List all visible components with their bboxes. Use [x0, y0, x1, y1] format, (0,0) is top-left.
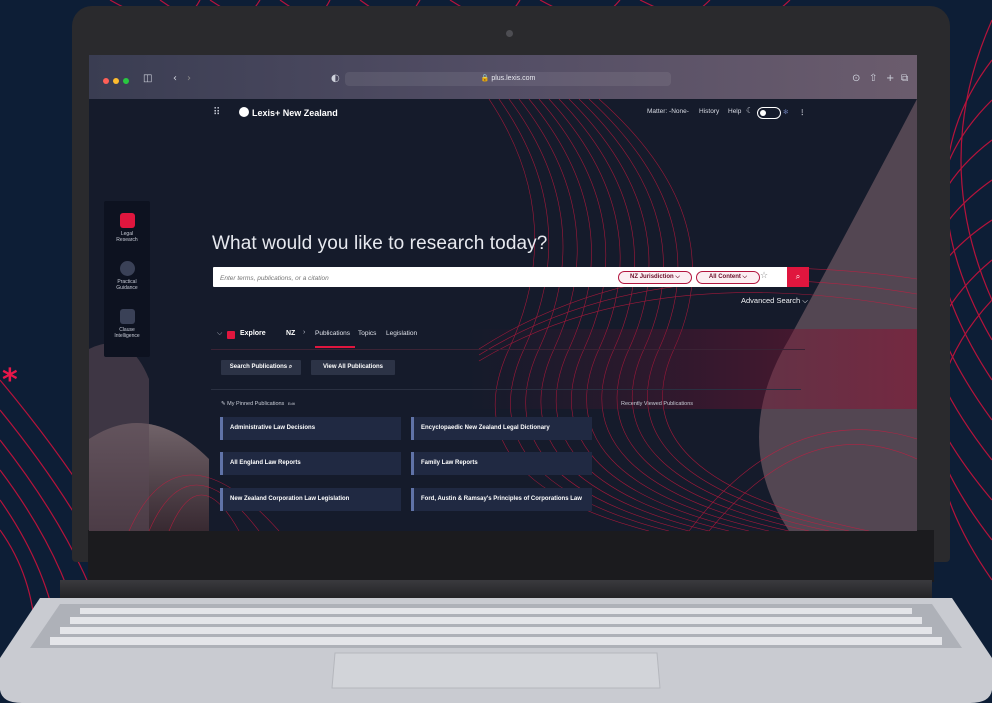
minimize-window-button[interactable]: [113, 78, 119, 84]
lexis-logo-icon: [239, 107, 249, 117]
explore-bar: ⌵ Explore NZ › Publications Topics Legis…: [211, 327, 805, 345]
pinned-publication-card[interactable]: Encyclopaedic New Zealand Legal Dictiona…: [411, 417, 592, 440]
search-input[interactable]: [218, 270, 602, 286]
clause-document-icon: [119, 309, 135, 324]
tab-legislation[interactable]: Legislation: [386, 330, 417, 337]
sidebar-icon[interactable]: ◫: [143, 73, 152, 84]
help-link[interactable]: Help: [728, 108, 741, 115]
favorite-star-icon[interactable]: ☆: [760, 271, 768, 281]
rail-label: Guidance: [116, 285, 138, 291]
recently-viewed-heading: Recently Viewed Publications: [621, 401, 694, 407]
content-dropdown[interactable]: All Content ⌵: [696, 271, 760, 284]
view-all-publications-button[interactable]: View All Publications: [311, 360, 395, 375]
zoom-window-button[interactable]: [123, 78, 129, 84]
more-menu-icon[interactable]: ⋮: [799, 108, 806, 116]
close-window-button[interactable]: [103, 78, 109, 84]
search-icon: ⌕: [795, 272, 801, 281]
explore-divider: [211, 349, 805, 350]
address-bar[interactable]: 🔒 plus.lexis.com: [345, 72, 671, 86]
asterisk-icon: *: [2, 363, 18, 398]
tab-publications[interactable]: Publications: [315, 330, 350, 337]
jurisdiction-dropdown[interactable]: NZ Jurisdiction ⌵: [618, 271, 692, 284]
chevron-right-icon: ›: [303, 329, 306, 336]
explore-title: Explore: [240, 330, 266, 337]
search-button[interactable]: ⌕: [787, 267, 809, 287]
matter-selector[interactable]: Matter: -None-: [647, 108, 689, 115]
url-text: plus.lexis.com: [491, 75, 536, 82]
explore-icon: [227, 331, 235, 339]
tab-topics[interactable]: Topics: [358, 330, 376, 337]
tabs-overview-icon[interactable]: ⧉: [901, 73, 908, 84]
pinned-publications-heading: ✎ My Pinned Publications Edit: [221, 401, 295, 407]
browser-toolbar: ◫ ‹ › ◐ 🔒 plus.lexis.com ⊙ ⇧ + ⧉: [89, 55, 917, 99]
rail-legal-research[interactable]: Legal Research: [104, 213, 150, 243]
laptop-keyboard-deck: [0, 598, 992, 703]
sun-icon: ✻: [783, 109, 789, 116]
screen: ◫ ‹ › ◐ 🔒 plus.lexis.com ⊙ ⇧ + ⧉ Legal R…: [89, 55, 917, 531]
section-divider: [211, 389, 801, 390]
back-icon[interactable]: ‹: [173, 73, 177, 84]
forward-icon[interactable]: ›: [187, 73, 191, 84]
left-nav-rail: Legal Research Practical Guidance Clause…: [104, 201, 150, 357]
region-selector[interactable]: NZ: [286, 330, 295, 337]
pinned-publication-card[interactable]: All England Law Reports: [220, 452, 401, 475]
pinned-label: My Pinned Publications: [227, 401, 285, 407]
new-tab-icon[interactable]: +: [886, 73, 894, 84]
pinned-publication-card[interactable]: Administrative Law Decisions: [220, 417, 401, 440]
page-headline: What would you like to research today?: [212, 233, 548, 254]
legal-research-icon: [119, 213, 135, 228]
search-publications-button[interactable]: Search Publications ⌕: [221, 360, 301, 375]
pin-icon: ✎: [221, 401, 226, 407]
dark-mode-toggle[interactable]: [757, 107, 781, 119]
brand-text: Lexis+ New Zealand: [252, 108, 338, 118]
lexis-page: Legal Research Practical Guidance Clause…: [89, 99, 917, 531]
rail-label: Intelligence: [114, 333, 140, 339]
rail-clause-intelligence[interactable]: Clause Intelligence: [104, 309, 150, 339]
shield-icon[interactable]: ◐: [331, 73, 340, 84]
edit-link[interactable]: Edit: [288, 401, 295, 406]
history-link[interactable]: History: [699, 108, 719, 115]
compass-icon: [119, 261, 135, 276]
camera-icon: [506, 30, 513, 37]
rail-label: Research: [116, 237, 138, 243]
pinned-publication-card[interactable]: Family Law Reports: [411, 452, 592, 475]
download-icon[interactable]: ⊙: [852, 73, 860, 84]
laptop-bezel: [88, 530, 934, 582]
brand-logo[interactable]: Lexis+ New Zealand: [239, 107, 338, 118]
button-label: Search Publications: [229, 364, 288, 370]
pinned-publication-card[interactable]: Ford, Austin & Ramsay's Principles of Co…: [411, 488, 592, 511]
app-grid-icon[interactable]: ⠿: [213, 107, 220, 118]
search-bar: NZ Jurisdiction ⌵ All Content ⌵ ☆: [213, 267, 789, 287]
rail-practical-guidance[interactable]: Practical Guidance: [104, 261, 150, 291]
share-icon[interactable]: ⇧: [869, 73, 877, 84]
pinned-publication-card[interactable]: New Zealand Corporation Law Legislation: [220, 488, 401, 511]
advanced-search-link[interactable]: Advanced Search ⌵: [741, 296, 808, 306]
chevron-down-icon[interactable]: ⌵: [217, 329, 222, 338]
moon-icon: ☾: [746, 106, 754, 115]
active-tab-indicator: [315, 346, 355, 348]
